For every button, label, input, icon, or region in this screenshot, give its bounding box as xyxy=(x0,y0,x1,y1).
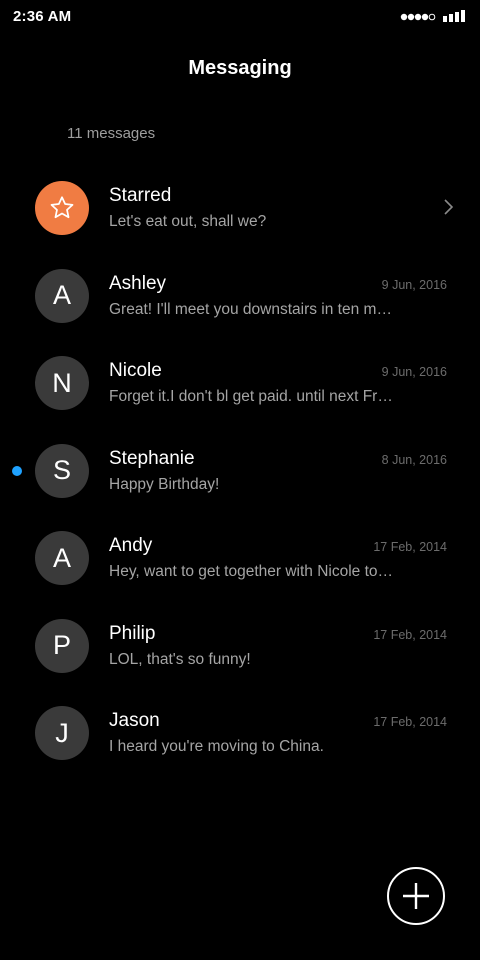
avatar: A xyxy=(35,268,89,323)
new-message-button[interactable] xyxy=(387,867,445,925)
conversation-preview: Great! I'll meet you downstairs in ten m… xyxy=(109,300,394,318)
chevron-right-icon xyxy=(444,199,454,215)
conversation-preview: Forget it.I don't bl get paid. until nex… xyxy=(109,388,394,405)
conversation-preview: Happy Birthday! xyxy=(109,475,220,493)
conversation-name: Starred xyxy=(109,185,172,206)
conversation-name: Jason xyxy=(109,710,160,731)
conversation-row[interactable]: J Jason 17 Feb, 2014 I heard you're movi… xyxy=(0,690,480,778)
conversation-name: Nicole xyxy=(109,360,162,381)
avatar: J xyxy=(35,706,89,760)
conversation-date: 17 Feb, 2014 xyxy=(373,540,447,554)
conversation-date: 9 Jun, 2016 xyxy=(381,365,447,379)
conversation-date: 9 Jun, 2016 xyxy=(381,277,447,292)
unread-indicator xyxy=(12,465,22,476)
conversation-list: Starred Let's eat out, shall we? A Ashle… xyxy=(0,165,480,778)
conversation-row-starred[interactable]: Starred Let's eat out, shall we? xyxy=(0,165,480,253)
avatar: A xyxy=(35,531,89,585)
conversation-name: Andy xyxy=(109,535,153,556)
conversation-row[interactable]: N Nicole 9 Jun, 2016 Forget it.I don't b… xyxy=(0,340,480,428)
conversation-date: 17 Feb, 2014 xyxy=(373,627,447,642)
starred-avatar xyxy=(35,181,89,235)
message-count: 11 messages xyxy=(67,125,156,142)
conversation-date: 17 Feb, 2014 xyxy=(373,715,447,729)
cellular-signal-icon xyxy=(443,10,465,22)
conversation-name: Philip xyxy=(109,622,156,644)
status-bar: 2:36 AM xyxy=(0,0,480,34)
conversation-preview: Hey, want to get together with Nicole to… xyxy=(109,563,394,580)
plus-icon xyxy=(403,883,429,909)
conversation-name: Ashley xyxy=(109,272,167,294)
status-time: 2:36 AM xyxy=(13,8,72,25)
conversation-row[interactable]: S Stephanie 8 Jun, 2016 Happy Birthday! xyxy=(0,428,480,516)
signal-dots-icon xyxy=(400,13,436,21)
avatar: P xyxy=(35,618,89,673)
avatar: N xyxy=(35,356,89,410)
conversation-preview: I heard you're moving to China. xyxy=(109,738,324,755)
conversation-row[interactable]: P Philip 17 Feb, 2014 LOL, that's so fun… xyxy=(0,603,480,691)
conversation-preview: Let's eat out, shall we? xyxy=(109,213,267,230)
conversation-name: Stephanie xyxy=(109,447,195,469)
conversation-preview: LOL, that's so funny! xyxy=(109,650,251,668)
conversation-row[interactable]: A Andy 17 Feb, 2014 Hey, want to get tog… xyxy=(0,515,480,603)
page-title: Messaging xyxy=(188,57,292,79)
conversation-date: 8 Jun, 2016 xyxy=(381,452,447,467)
conversation-row[interactable]: A Ashley 9 Jun, 2016 Great! I'll meet yo… xyxy=(0,253,480,341)
star-icon xyxy=(50,196,74,219)
avatar: S xyxy=(35,443,89,498)
